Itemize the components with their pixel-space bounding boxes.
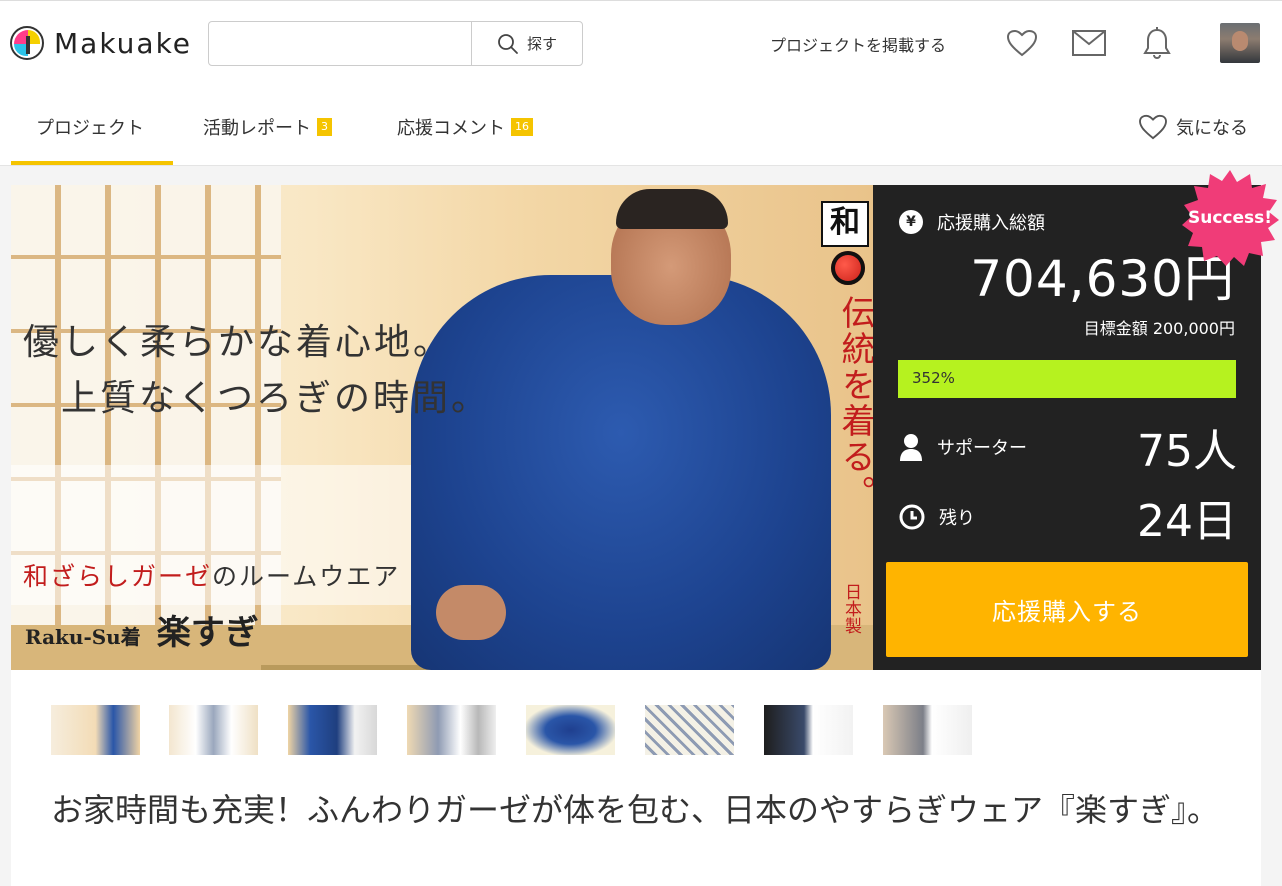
remaining-label: 残り xyxy=(939,508,975,529)
hero-stamp-column: 和 伝統を着る。 日本製 xyxy=(821,195,873,665)
gallery-thumbnail[interactable] xyxy=(169,705,258,755)
gallery-thumbnail[interactable] xyxy=(288,705,377,755)
hero-subtitle-rest: のルームウエア xyxy=(212,562,401,591)
tab-support-comments-label: 応援コメント xyxy=(397,118,505,139)
logo-text: Makuake xyxy=(54,26,193,60)
model-hand xyxy=(436,585,506,640)
active-tab-indicator xyxy=(11,161,173,165)
gallery-thumbnail[interactable] xyxy=(526,705,615,755)
user-avatar[interactable] xyxy=(1220,23,1260,63)
wa-stamp: 和 xyxy=(821,201,869,247)
supporters-value: 75人 xyxy=(1137,426,1237,477)
gallery-thumbnail[interactable] xyxy=(645,705,734,755)
progress-percent: 352% xyxy=(912,369,955,387)
search-input[interactable] xyxy=(209,22,472,65)
site-header: Makuake 探す プロジェクトを掲載する xyxy=(0,0,1282,84)
person-icon xyxy=(900,434,922,461)
success-badge: Success! xyxy=(1180,168,1280,268)
search-button-label: 探す xyxy=(526,35,557,53)
gallery-thumbnail[interactable] xyxy=(51,705,140,755)
follow-button[interactable]: 気になる xyxy=(1138,114,1248,140)
tab-project[interactable]: プロジェクト xyxy=(36,114,144,140)
heart-icon xyxy=(1139,114,1167,140)
total-label-row: ¥ 応援購入総額 xyxy=(899,209,1045,235)
makuake-logo[interactable]: Makuake xyxy=(10,25,192,61)
search-icon xyxy=(498,33,518,54)
project-tabs: プロジェクト 活動レポート 3 応援コメント 16 気になる xyxy=(0,84,1282,166)
follow-label: 気になる xyxy=(1176,118,1248,139)
gallery-thumbnail[interactable] xyxy=(883,705,972,755)
tab-activity-report[interactable]: 活動レポート 3 xyxy=(203,114,332,140)
progress-bar: 352% xyxy=(898,360,1236,398)
mail-icon[interactable] xyxy=(1071,25,1107,61)
project-title: お家時間も充実！ふんわりガーゼが体を包む、日本のやすらぎウェア『楽すぎ』。 xyxy=(51,791,1220,829)
tab-activity-report-label: 活動レポート xyxy=(203,118,311,139)
remaining-row: 残り 24日 xyxy=(899,493,1237,547)
count-badge: 3 xyxy=(317,118,332,136)
made-in-japan-label: 日本製 xyxy=(841,583,861,634)
remaining-value: 24日 xyxy=(1137,496,1237,547)
success-text: Success! xyxy=(1187,208,1273,228)
model-hair xyxy=(616,189,728,229)
hero-image[interactable]: 優しく柔らかな着心地。 上質なくつろぎの時間。 和ざらしガーゼのルームウエア R… xyxy=(11,185,873,670)
search-button[interactable]: 探す xyxy=(472,22,582,65)
supporters-row: サポーター 75人 xyxy=(899,423,1237,477)
red-sun-icon xyxy=(831,251,865,285)
gallery-thumbnail[interactable] xyxy=(407,705,496,755)
bell-icon[interactable] xyxy=(1139,25,1175,61)
supporters-label: サポーター xyxy=(937,438,1027,459)
hero-copy-line2: 上質なくつろぎの時間。 xyxy=(61,378,491,419)
brand-small: Raku-Su着 xyxy=(25,625,141,649)
tab-support-comments[interactable]: 応援コメント 16 xyxy=(397,114,533,140)
hero-subtitle: 和ざらしガーゼのルームウエア xyxy=(23,557,400,593)
total-label: 応援購入総額 xyxy=(937,213,1045,234)
clock-icon xyxy=(899,504,925,530)
brand-big: 楽すぎ xyxy=(156,613,259,653)
hero-copy-line1: 優しく柔らかな着心地。 xyxy=(23,322,453,363)
hero-subtitle-red: 和ざらしガーゼ xyxy=(23,562,213,591)
yen-icon: ¥ xyxy=(899,210,923,234)
hero-brand: Raku-Su着 楽すぎ xyxy=(25,605,259,654)
goal-amount: 目標金額 200,000円 xyxy=(1083,319,1235,338)
post-project-link[interactable]: プロジェクトを掲載する xyxy=(770,32,946,56)
heart-icon[interactable] xyxy=(1004,25,1040,61)
hero-vertical-copy: 伝統を着る。 xyxy=(835,295,873,511)
tab-project-label: プロジェクト xyxy=(36,118,144,139)
count-badge: 16 xyxy=(511,118,533,136)
gallery-thumbnail[interactable] xyxy=(764,705,853,755)
support-purchase-button[interactable]: 応援購入する xyxy=(886,562,1248,657)
logo-mark-icon xyxy=(10,26,44,60)
search-box: 探す xyxy=(208,21,583,66)
